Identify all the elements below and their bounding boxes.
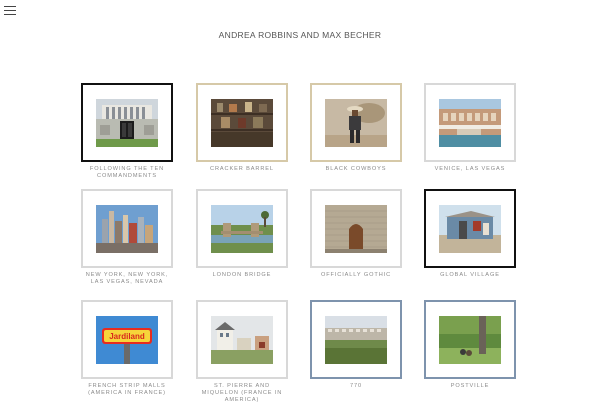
artwork-frame[interactable]: Jardiland (81, 300, 173, 379)
gallery-item[interactable]: Jardiland FRENCH STRIP MALLS (AMERICA IN … (81, 300, 173, 397)
artwork-thumbnail[interactable] (439, 315, 501, 364)
gallery-item[interactable]: BLACK COWBOYS (310, 83, 402, 173)
artwork-caption[interactable]: LONDON BRIDGE (196, 272, 288, 279)
artwork-caption[interactable]: BLACK COWBOYS (310, 166, 402, 173)
artwork-thumbnail[interactable] (96, 204, 158, 253)
artwork-caption[interactable]: CRACKER BARREL (196, 166, 288, 173)
gallery-item[interactable]: LONDON BRIDGE (196, 189, 288, 279)
gallery-item[interactable]: ST. PIERRE AND MIQUELON (FRANCE IN AMERI… (196, 300, 288, 404)
gallery-item[interactable]: POSTVILLE (424, 300, 516, 390)
artwork-caption[interactable]: OFFICIALLY GOTHIC (310, 272, 402, 279)
artwork-thumbnail[interactable] (325, 204, 387, 253)
artwork-thumbnail[interactable] (439, 204, 501, 253)
artwork-thumbnail[interactable] (439, 98, 501, 147)
artwork-caption[interactable]: POSTVILLE (424, 383, 516, 390)
artwork-caption[interactable]: FOLLOWING THE TEN COMMANDMENTS (81, 166, 173, 180)
artwork-caption[interactable]: ST. PIERRE AND MIQUELON (FRANCE IN AMERI… (196, 383, 288, 404)
artwork-thumbnail[interactable] (325, 98, 387, 147)
artwork-frame[interactable] (81, 189, 173, 268)
artwork-caption[interactable]: VENICE, LAS VEGAS (424, 166, 516, 173)
artwork-frame[interactable] (81, 83, 173, 162)
artwork-caption[interactable]: FRENCH STRIP MALLS (AMERICA IN FRANCE) (81, 383, 173, 397)
artwork-frame[interactable] (424, 300, 516, 379)
artwork-thumbnail[interactable] (96, 98, 158, 147)
gallery-item[interactable]: FOLLOWING THE TEN COMMANDMENTS (81, 83, 173, 180)
artwork-frame[interactable] (196, 189, 288, 268)
artwork-frame[interactable] (310, 300, 402, 379)
gallery-item[interactable]: VENICE, LAS VEGAS (424, 83, 516, 173)
artwork-frame[interactable] (424, 83, 516, 162)
gallery-item[interactable]: 770 (310, 300, 402, 390)
artwork-frame[interactable] (196, 83, 288, 162)
artwork-frame[interactable] (310, 83, 402, 162)
artwork-frame[interactable] (196, 300, 288, 379)
artwork-caption[interactable]: 770 (310, 383, 402, 390)
artwork-thumbnail[interactable] (211, 204, 273, 253)
jardiland-sign-text: Jardiland (109, 332, 145, 341)
artwork-thumbnail[interactable] (211, 315, 273, 364)
gallery-item[interactable]: NEW YORK, NEW YORK, LAS VEGAS, NEVADA (81, 189, 173, 286)
gallery-item[interactable]: GLOBAL VILLAGE (424, 189, 516, 279)
artwork-thumbnail[interactable] (325, 315, 387, 364)
gallery-item[interactable]: CRACKER BARREL (196, 83, 288, 173)
artwork-thumbnail[interactable] (211, 98, 273, 147)
artwork-frame[interactable] (310, 189, 402, 268)
gallery-item[interactable]: OFFICIALLY GOTHIC (310, 189, 402, 279)
artwork-frame[interactable] (424, 189, 516, 268)
artwork-thumbnail[interactable]: Jardiland (96, 315, 158, 364)
gallery-grid: FOLLOWING THE TEN COMMANDMENTS CRACKER B… (0, 0, 600, 403)
artwork-caption[interactable]: GLOBAL VILLAGE (424, 272, 516, 279)
artwork-caption[interactable]: NEW YORK, NEW YORK, LAS VEGAS, NEVADA (81, 272, 173, 286)
